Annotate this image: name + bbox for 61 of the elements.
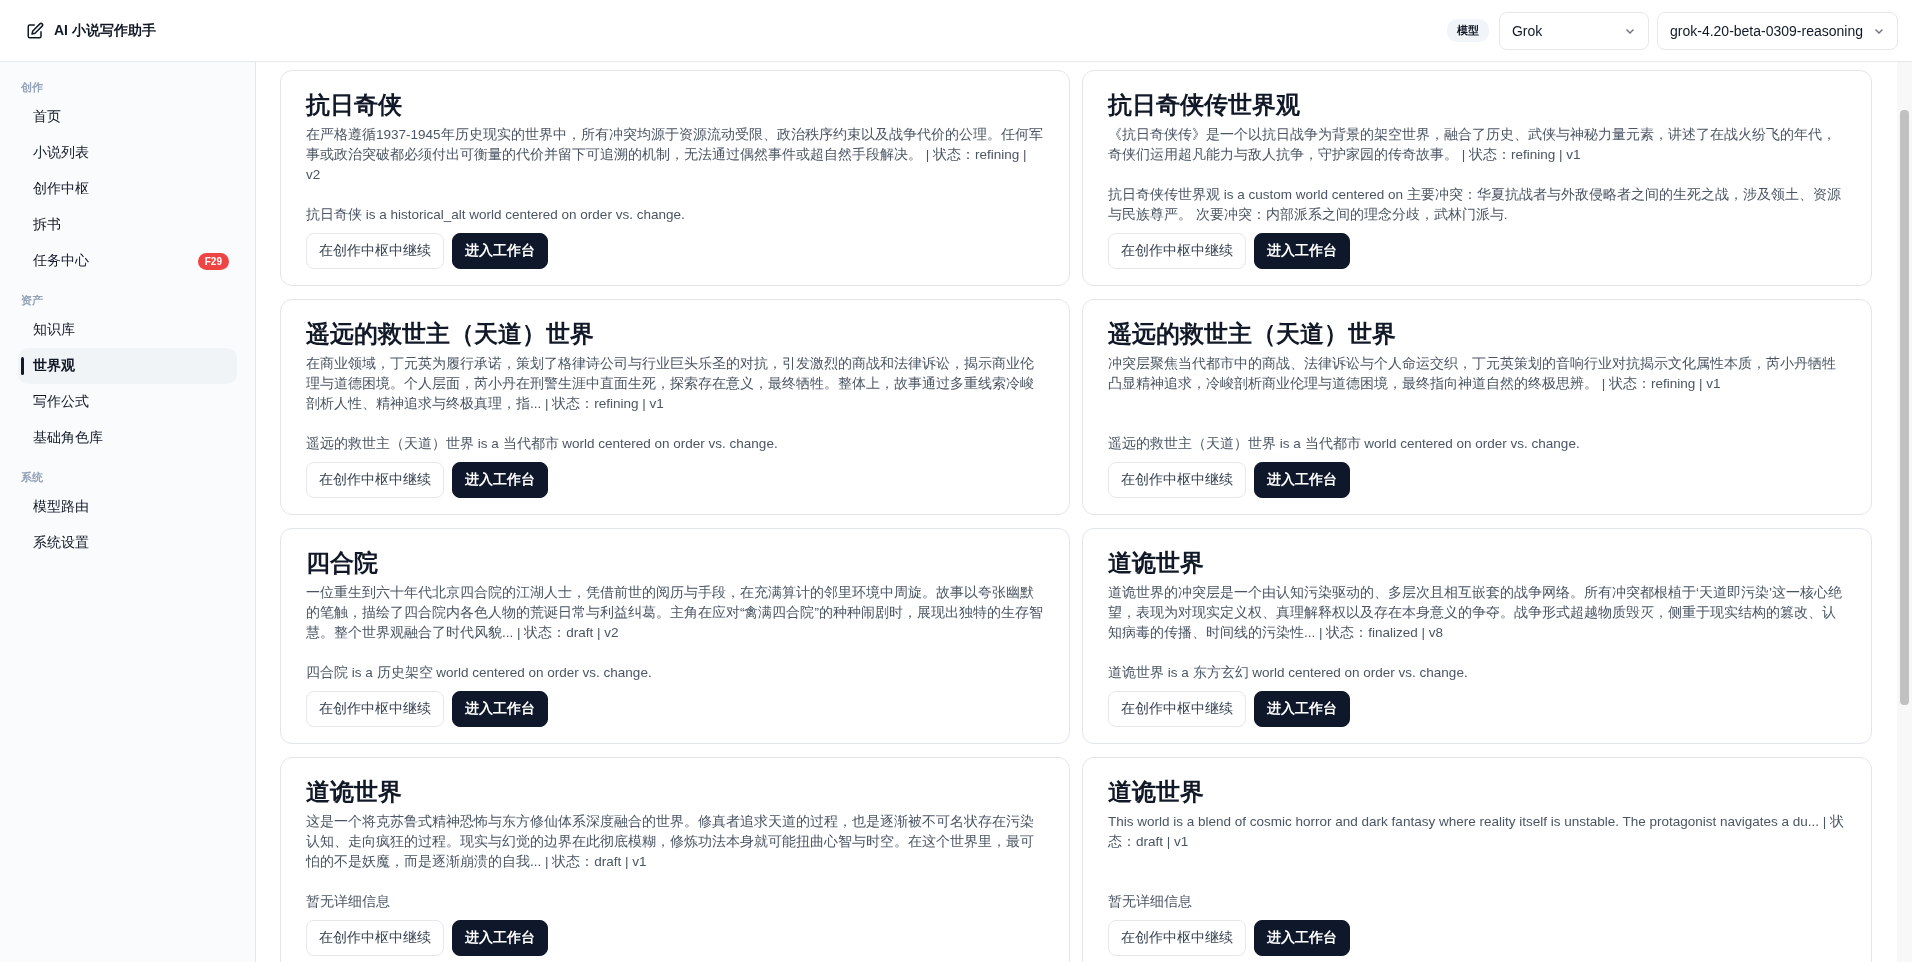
continue-button[interactable]: 在创作中枢中继续: [1108, 462, 1246, 498]
card-description: 在严格遵循1937-1945年历史现实的世界中，所有冲突均源于资源流动受限、政治秩序约束以及战争代价的公理。任何军事或政治突破都必须付出可衡量的代价并留下可追溯的机制，无法通过偶然事件或超自然手段解决。 | 状态：refining | v2: [306, 126, 1044, 184]
nav-item[interactable]: 知识库: [18, 312, 237, 348]
continue-button[interactable]: 在创作中枢中继续: [306, 920, 444, 956]
continue-button[interactable]: 在创作中枢中继续: [306, 233, 444, 269]
workbench-button[interactable]: 进入工作台: [1254, 462, 1350, 498]
card-title: 道诡世界: [1108, 548, 1205, 578]
card-title: 道诡世界: [306, 777, 403, 807]
count-badge: F29: [197, 252, 229, 270]
card-description: 一位重生到六十年代北京四合院的江湖人士，凭借前世的阅历与手段，在充满算计的邻里环境中周旋。故事以夸张幽默的笔触，描绘了四合院内各色人物的荒诞日常与利益纠葛。主角在应对“禽满四合院”的种种闹剧时，展现出独特的生存智慧。整个世界观融合了时代风貌... | 状态：draft | v2: [306, 584, 1044, 642]
card-title: 四合院: [306, 548, 379, 578]
card-title: 遥远的救世主（天道）世界: [1108, 319, 1397, 349]
card-description: 《抗日奇侠传》是一个以抗日战争为背景的架空世界，融合了历史、武侠与神秘力量元素，讲述了在战火纷飞的年代，奇侠们运用超凡能力与敌人抗争，守护家园的传奇故事。 | 状态：refining | v1: [1108, 126, 1837, 164]
card-description: 道诡世界的冲突层是一个由认知污染驱动的、多层次且相互嵌套的战争网络。所有冲突都根植于‘天道即污染’这一核心绝望，表现为对现实定义权、真理解释权以及存在本身意义的争夺。战争形式超越物质毁灭，侧重于现实结构的篡改、认知病毒的传播、时间线的污染性... | 状态：finalized | v8: [1108, 584, 1843, 642]
workbench-button[interactable]: 进入工作台: [1254, 920, 1350, 956]
model-select[interactable]: grok-4.20-beta-0309-reasoning: [1657, 11, 1898, 50]
workbench-button[interactable]: 进入工作台: [452, 233, 548, 269]
continue-button[interactable]: 在创作中枢中继续: [1108, 920, 1246, 956]
workbench-button[interactable]: 进入工作台: [1254, 233, 1350, 269]
model-label: 模型: [1447, 19, 1489, 42]
nav-item[interactable]: 世界观: [18, 348, 237, 384]
card-title: 道诡世界: [1108, 777, 1205, 807]
card-summary: 暂无详细信息: [1108, 893, 1193, 911]
workbench-button[interactable]: 进入工作台: [1254, 691, 1350, 727]
nav-group-label: 资产: [20, 293, 44, 308]
continue-button[interactable]: 在创作中枢中继续: [306, 691, 444, 727]
nav-item[interactable]: 模型路由: [18, 489, 237, 525]
card-description: 在商业领域，丁元英为履行承诺，策划了格律诗公司与行业巨头乐圣的对抗，引发激烈的商战和法律诉讼，揭示商业伦理与道德困境。个人层面，芮小丹在刑警生涯中直面生死，探索存在意义，最终牺牲。整体上，故事通过多重线索冷峻剖析人性、精神追求与终极真理，指... | 状态：refining | v1: [306, 355, 1035, 413]
nav-item[interactable]: 基础角色库: [18, 420, 237, 456]
nav-group-label: 创作: [20, 80, 44, 95]
continue-button[interactable]: 在创作中枢中继续: [306, 462, 444, 498]
card-title: 遥远的救世主（天道）世界: [306, 319, 595, 349]
nav-item[interactable]: 创作中枢: [18, 171, 237, 207]
card-summary: 遥远的救世主（天道）世界 is a 当代都市 world centered on order vs. change.: [306, 435, 779, 453]
workbench-button[interactable]: 进入工作台: [452, 920, 548, 956]
workbench-button[interactable]: 进入工作台: [452, 462, 548, 498]
card-description: This world is a blend of cosmic horror and dark fantasy where reality itself is unstable. The protagonist navigates a du... | 状态：draft | v1: [1108, 813, 1846, 851]
card-description: 这是一个将克苏鲁式精神恐怖与东方修仙体系深度融合的世界。修真者追求天道的过程，也是逐渐被不可名状存在污染认知、走向疯狂的过程。现实与幻觉的边界在此彻底模糊，修炼功法本身就可能扭曲心智与时空。在这个世界里，最可怕的不是妖魔，而是逐渐崩溃的自我... | 状态：draft | v1: [306, 813, 1035, 871]
card-summary: 抗日奇侠传世界观 is a custom world centered on 主要冲突：华夏抗战者与外敌侵略者之间的生死之战，涉及领土、资源与民族尊严。 次要冲突：内部派系之间的理念分歧，武林门派与.: [1108, 186, 1842, 224]
app-title: AI 小说写作助手: [54, 21, 156, 40]
continue-button[interactable]: 在创作中枢中继续: [1108, 691, 1246, 727]
nav-item[interactable]: 小说列表: [18, 135, 237, 171]
provider-select[interactable]: Grok: [1499, 11, 1649, 50]
workbench-button[interactable]: 进入工作台: [452, 691, 548, 727]
card-description: 冲突层聚焦当代都市中的商战、法律诉讼与个人命运交织，丁元英策划的音响行业对抗揭示文化属性本质，芮小丹牺牲凸显精神追求，冷峻剖析商业伦理与道德困境，最终指向神道自然的终极思辨。 | 状态：refining | v1: [1108, 355, 1837, 393]
nav-item[interactable]: 写作公式: [18, 384, 237, 420]
continue-button[interactable]: 在创作中枢中继续: [1108, 233, 1246, 269]
card-title: 抗日奇侠: [306, 90, 403, 120]
nav-item[interactable]: 首页: [18, 99, 237, 135]
nav-item[interactable]: 系统设置: [18, 525, 237, 561]
nav-item[interactable]: 任务中心 F29: [18, 243, 237, 279]
nav-group-label: 系统: [20, 470, 44, 485]
card-summary: 道诡世界 is a 东方玄幻 world centered on order vs. change.: [1108, 664, 1469, 682]
scrollbar[interactable]: [1897, 62, 1912, 962]
edit-icon: [26, 21, 44, 40]
card-summary: 遥远的救世主（天道）世界 is a 当代都市 world centered on order vs. change.: [1108, 435, 1581, 453]
nav-item[interactable]: 拆书: [18, 207, 237, 243]
card-summary: 四合院 is a 历史架空 world centered on order vs. change.: [306, 664, 653, 682]
card-title: 抗日奇侠传世界观: [1108, 90, 1301, 120]
card-summary: 暂无详细信息: [306, 893, 391, 911]
card-summary: 抗日奇侠 is a historical_alt world centered on order vs. change.: [306, 206, 686, 224]
